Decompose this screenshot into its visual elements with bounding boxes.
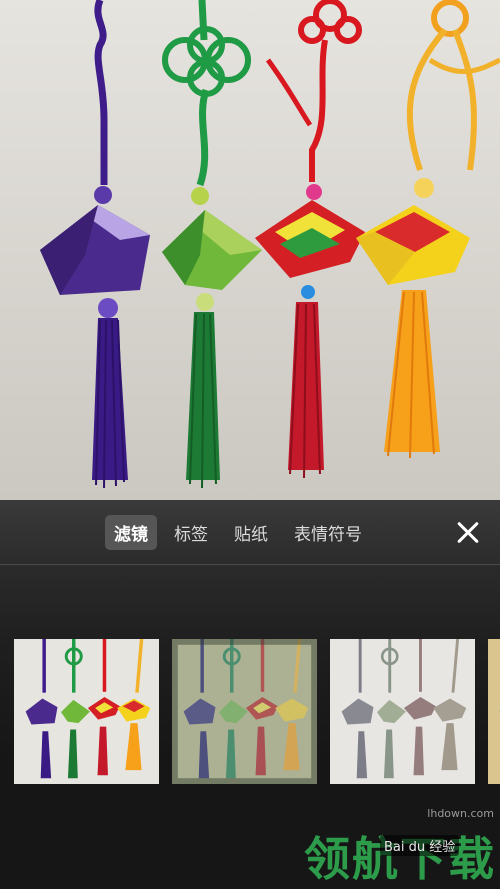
photo-preview (0, 0, 500, 500)
filter-watercolor[interactable]: 水彩 (172, 639, 318, 799)
filter-sketch[interactable]: 素描 (330, 639, 476, 799)
editor-tab-bar: 滤镜 标签 贴纸 表情符号 (0, 500, 500, 565)
filter-partial[interactable] (488, 639, 500, 784)
tab-list: 滤镜 标签 贴纸 表情符号 (105, 514, 371, 550)
filter-original-thumbnail (14, 639, 159, 784)
tab-filter[interactable]: 滤镜 (105, 514, 157, 550)
filter-original-label: 原始 (14, 797, 159, 799)
tab-label[interactable]: 标签 (165, 515, 217, 550)
filter-original[interactable]: 原始 (14, 639, 159, 799)
photo-editor-screen: 滤镜 标签 贴纸 表情符号 lhdown.com 领航下载 Bai du 经验 (0, 0, 500, 889)
filter-sketch-label: 素描 (330, 797, 475, 799)
close-icon[interactable] (454, 518, 482, 546)
tab-emoji[interactable]: 表情符号 (285, 515, 371, 550)
watermark-baidu-text: Bai du 经验 (380, 835, 460, 856)
tab-sticker[interactable]: 贴纸 (225, 515, 277, 550)
filter-watercolor-thumbnail (172, 639, 318, 784)
filter-watercolor-label: 水彩 (172, 797, 317, 799)
zongzi-ornaments-photo (0, 0, 500, 500)
watermark-logo-text: 领航下载 (304, 832, 496, 886)
watermark: lhdown.com 领航下载 Bai du 经验 (304, 807, 500, 889)
editor-panel: 滤镜 标签 贴纸 表情符号 lhdown.com 领航下载 Bai du 经验 (0, 500, 500, 889)
watermark-url: lhdown.com (427, 807, 494, 820)
filter-partial-thumbnail (488, 639, 500, 784)
filter-sketch-thumbnail (330, 639, 476, 784)
filter-list: 原始 (14, 639, 500, 799)
